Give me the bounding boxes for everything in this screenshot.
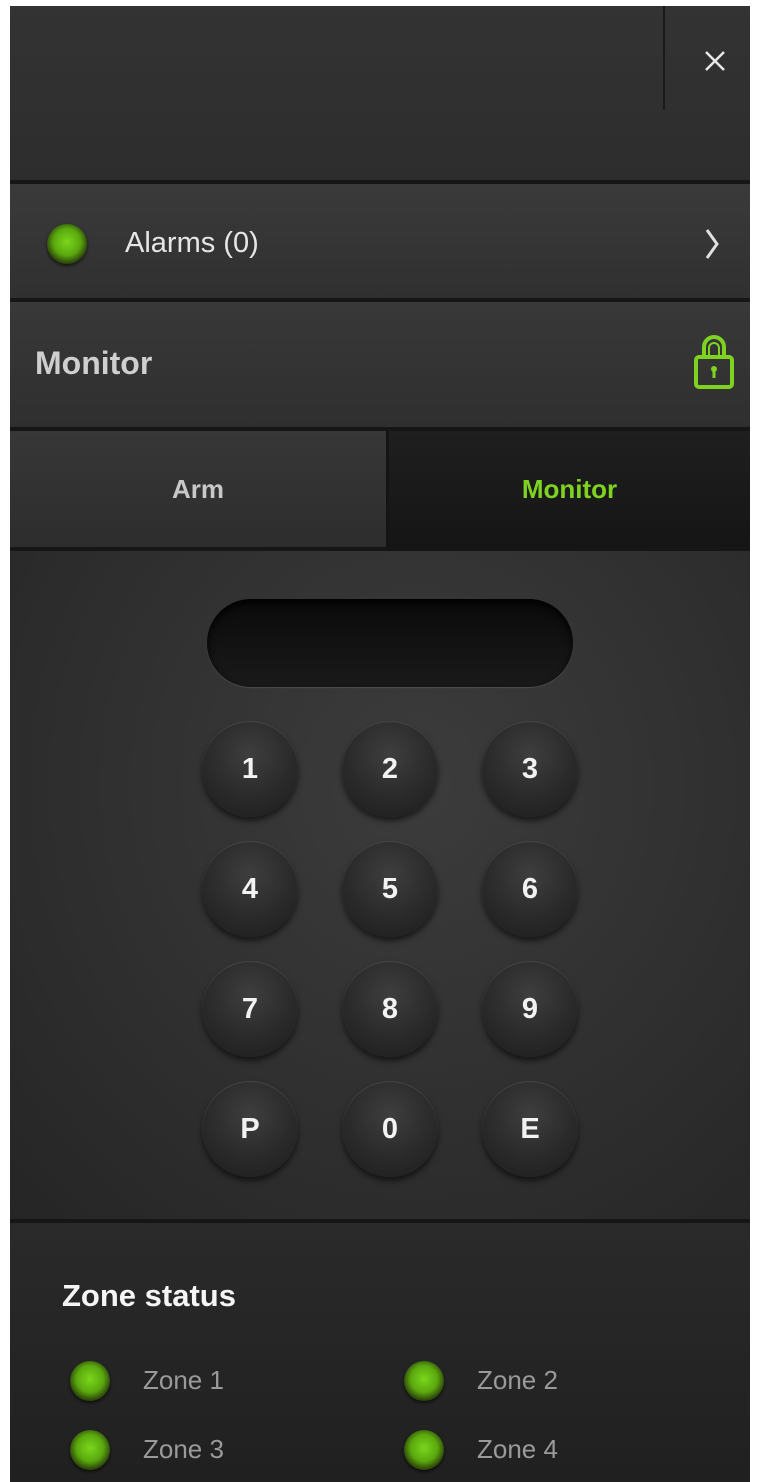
alarm-status-led: [47, 224, 87, 264]
tab-arm[interactable]: Arm: [10, 431, 389, 547]
mode-tabs: Arm Monitor: [10, 431, 750, 547]
keypad: 1 2 3 4 5 6 7 8 9 P 0 E: [10, 551, 750, 1219]
key-6[interactable]: 6: [482, 841, 578, 937]
key-1[interactable]: 1: [202, 721, 298, 817]
code-display: [207, 599, 573, 687]
close-button[interactable]: [690, 36, 740, 86]
close-icon: [705, 51, 725, 71]
zone-status-led: [70, 1361, 110, 1401]
zone-label: Zone 2: [477, 1365, 558, 1395]
key-p[interactable]: P: [202, 1081, 298, 1177]
alarms-label: Alarms (0): [125, 227, 259, 259]
section-title: Monitor: [35, 345, 153, 381]
zone-label: Zone 3: [143, 1434, 224, 1464]
zone-status-led: [404, 1361, 444, 1401]
zone-label: Zone 4: [477, 1434, 558, 1464]
alarm-panel: Alarms (0) Monitor Arm Monitor 1 2 3 4 5…: [10, 6, 750, 1482]
tab-monitor[interactable]: Monitor: [389, 431, 750, 547]
key-9[interactable]: 9: [482, 961, 578, 1057]
key-8[interactable]: 8: [342, 961, 438, 1057]
zone-status-panel: Zone status Zone 1 Zone 2 Zone 3 Zone 4: [10, 1223, 750, 1482]
top-bar: [10, 6, 750, 180]
key-7[interactable]: 7: [202, 961, 298, 1057]
zone-status-title: Zone status: [62, 1278, 236, 1313]
zone-label: Zone 1: [143, 1365, 224, 1395]
key-4[interactable]: 4: [202, 841, 298, 937]
alarms-row[interactable]: Alarms (0): [10, 184, 750, 298]
key-5[interactable]: 5: [342, 841, 438, 937]
key-0[interactable]: 0: [342, 1081, 438, 1177]
monitor-header: Monitor: [10, 303, 750, 427]
key-2[interactable]: 2: [342, 721, 438, 817]
header-divider: [663, 6, 665, 110]
key-3[interactable]: 3: [482, 721, 578, 817]
zone-status-led: [70, 1430, 110, 1470]
lock-icon[interactable]: [692, 333, 736, 391]
chevron-right-icon: [705, 229, 719, 259]
zone-status-led: [404, 1430, 444, 1470]
key-e[interactable]: E: [482, 1081, 578, 1177]
